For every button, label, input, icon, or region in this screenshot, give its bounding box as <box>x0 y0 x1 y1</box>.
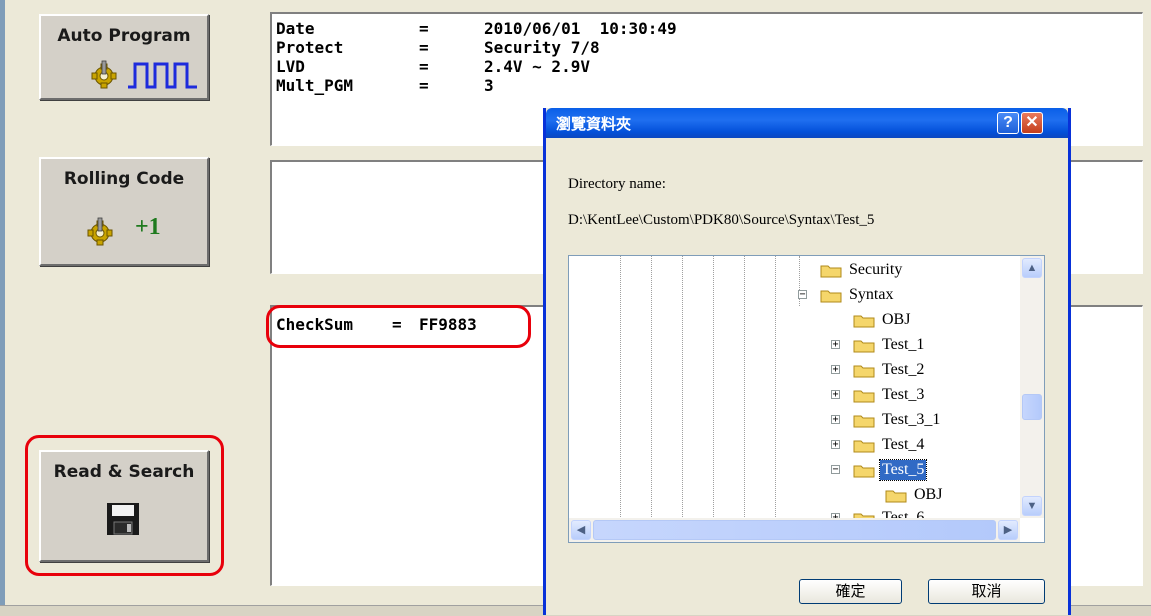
info-eq: = <box>419 38 429 57</box>
expand-icon[interactable]: + <box>831 340 840 350</box>
pulse-wave-icon <box>128 62 197 89</box>
dialog-title: 瀏覽資料夾 <box>556 115 632 133</box>
rolling-code-label: Rolling Code <box>63 169 185 189</box>
window-left-border <box>0 0 5 615</box>
vertical-scrollbar[interactable]: ▲ ▼ <box>1020 256 1044 518</box>
folder-icon <box>853 440 875 453</box>
dialog-titlebar[interactable]: 瀏覽資料夾 ? ✕ <box>546 108 1068 138</box>
tree-guide-line <box>713 256 714 521</box>
help-button[interactable]: ? <box>997 112 1019 134</box>
folder-tree[interactable]: Security − Syntax OBJ + Test_1 + Test_2 … <box>568 255 1045 543</box>
scroll-left-icon[interactable]: ◀ <box>571 520 591 540</box>
tree-guide-line <box>651 256 652 521</box>
horizontal-scrollbar[interactable]: ◀ ▶ <box>569 518 1020 542</box>
checksum-highlight <box>266 305 531 348</box>
info-key: LVD <box>276 57 305 76</box>
folder-icon <box>853 315 875 328</box>
collapse-icon[interactable]: − <box>798 290 807 300</box>
expand-icon[interactable]: + <box>831 440 840 450</box>
scroll-right-icon[interactable]: ▶ <box>998 520 1018 540</box>
info-value: Security 7/8 <box>484 38 600 57</box>
scroll-up-icon[interactable]: ▲ <box>1022 258 1042 278</box>
vertical-scroll-thumb[interactable] <box>1022 394 1042 420</box>
info-eq: = <box>419 19 429 38</box>
plus-one-label: +1 <box>135 214 161 240</box>
info-value: 3 <box>484 76 494 95</box>
info-value: 2.4V ~ 2.9V <box>484 57 590 76</box>
collapse-icon[interactable]: − <box>831 465 840 475</box>
close-button[interactable]: ✕ <box>1021 112 1043 134</box>
tree-guide-line <box>744 256 745 521</box>
expand-icon[interactable]: + <box>831 390 840 400</box>
rolling-code-button[interactable]: Rolling Code +1 <box>39 157 209 266</box>
info-key: Mult_PGM <box>276 76 354 95</box>
gear-icon <box>91 60 117 89</box>
folder-icon <box>885 490 907 503</box>
directory-name-label: Directory name: <box>568 176 666 192</box>
auto-program-button[interactable]: Auto Program <box>39 14 209 100</box>
expand-icon[interactable]: + <box>831 365 840 375</box>
tree-guide-line <box>620 256 621 521</box>
info-row-mult-pgm: Mult_PGM = 3 <box>276 76 494 96</box>
folder-icon <box>853 340 875 353</box>
info-key: Protect <box>276 38 344 57</box>
folder-icon <box>820 265 842 278</box>
gear-icon <box>87 217 113 246</box>
ok-button[interactable]: 確定 <box>799 579 902 604</box>
open-folder-icon <box>853 465 875 478</box>
info-row-lvd: LVD = 2.4V ~ 2.9V <box>276 57 590 77</box>
folder-icon <box>820 290 842 303</box>
info-row-protect: Protect = Security 7/8 <box>276 38 600 58</box>
info-key: Date <box>276 19 315 38</box>
tree-guide-line <box>682 256 683 521</box>
cancel-button[interactable]: 取消 <box>928 579 1045 604</box>
browse-folder-dialog: 瀏覽資料夾 ? ✕ Directory name: D:\KentLee\Cus… <box>543 108 1071 615</box>
info-eq: = <box>419 76 429 95</box>
read-search-highlight <box>25 435 224 576</box>
auto-program-label: Auto Program <box>57 26 191 46</box>
info-value: 2010/06/01 10:30:49 <box>484 19 677 38</box>
directory-path: D:\KentLee\Custom\PDK80\Source\Syntax\Te… <box>568 212 875 228</box>
folder-icon <box>853 390 875 403</box>
info-eq: = <box>419 57 429 76</box>
tree-guide-line <box>775 256 776 521</box>
expand-icon[interactable]: + <box>831 415 840 425</box>
scroll-down-icon[interactable]: ▼ <box>1022 496 1042 516</box>
folder-icon <box>853 365 875 378</box>
horizontal-scroll-thumb[interactable] <box>593 520 996 540</box>
main-window: Auto Program Rolling Code +1 Read & Sear… <box>0 0 1151 616</box>
folder-icon <box>853 415 875 428</box>
info-row-date: Date = 2010/06/01 10:30:49 <box>276 19 677 39</box>
